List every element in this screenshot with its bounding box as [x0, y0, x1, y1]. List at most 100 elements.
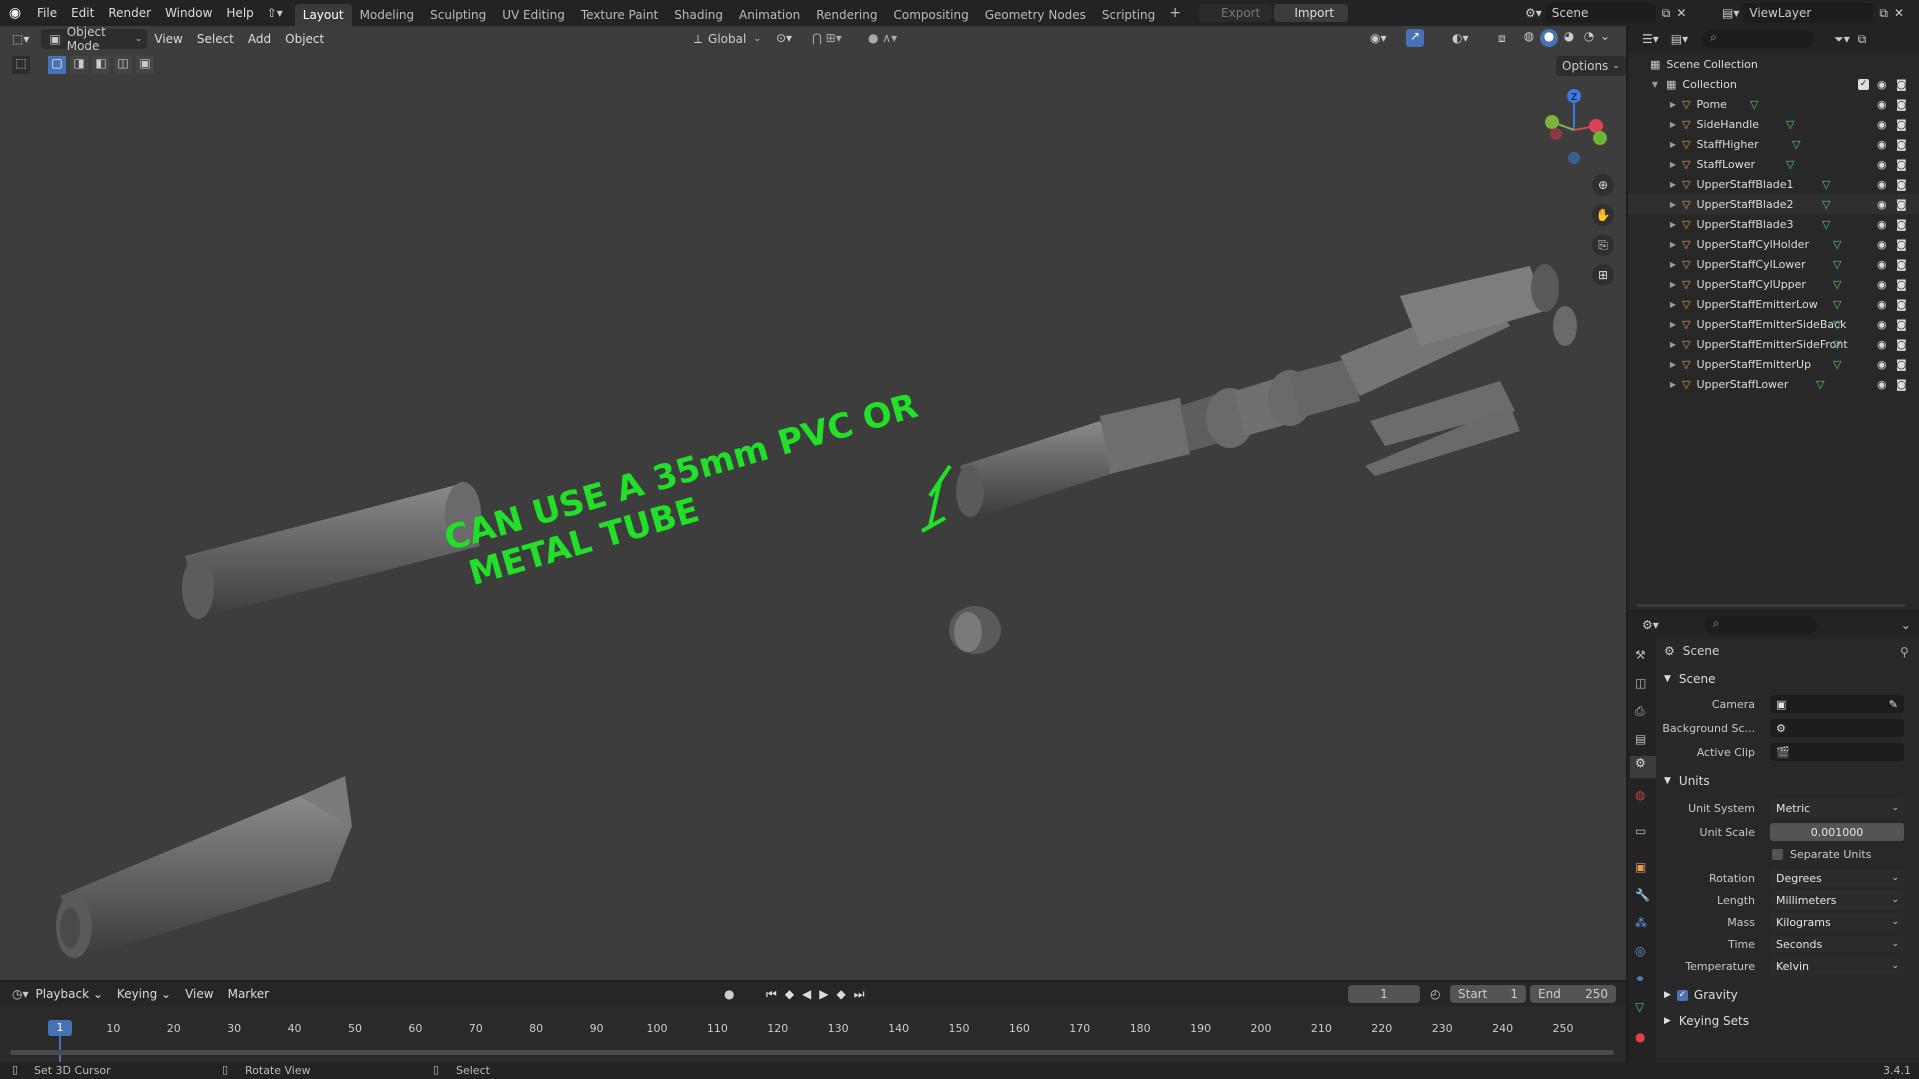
keying-sets-panel-header[interactable]: ▶ Keying Sets — [1658, 1010, 1913, 1032]
visibility-eye-icon[interactable]: ◉ — [1877, 118, 1887, 131]
length-dropdown[interactable]: Millimeters ⌄ — [1770, 891, 1904, 909]
material-tab-icon[interactable]: ● — [1635, 1030, 1645, 1044]
time-dropdown[interactable]: Seconds ⌄ — [1770, 935, 1904, 953]
expand-icon[interactable]: ▶ — [1668, 240, 1678, 249]
unit-system-dropdown[interactable]: Metric ⌄ — [1770, 799, 1904, 817]
scene-objects[interactable] — [0, 26, 1626, 980]
active-clip-field[interactable]: 🎬 — [1770, 743, 1904, 761]
gravity-panel-header[interactable]: ▶ ✓ Gravity — [1658, 984, 1913, 1006]
mesh-data-icon[interactable]: ▽ — [1822, 178, 1830, 191]
new-viewlayer-icon[interactable]: ⧉ — [1879, 6, 1888, 21]
render-camera-icon[interactable]: ◙ — [1896, 238, 1907, 251]
properties-search-input[interactable]: ⌕ — [1704, 616, 1817, 634]
frame-ruler[interactable]: 10 20 30 40 50 60 70 80 90 100 110 120 130 140 150 160 1… — [0, 998, 1626, 1035]
blender-logo-icon[interactable]: ◉ — [0, 5, 30, 21]
render-camera-icon[interactable]: ◙ — [1896, 338, 1907, 351]
properties-editor-icon[interactable]: ⚙▾ — [1642, 618, 1659, 632]
separate-units-checkbox[interactable] — [1772, 848, 1783, 860]
visibility-eye-icon[interactable]: ◉ — [1877, 298, 1887, 311]
mesh-data-icon[interactable]: ▽ — [1822, 198, 1830, 211]
delete-viewlayer-icon[interactable]: ✕ — [1894, 6, 1904, 20]
visibility-eye-icon[interactable]: ◉ — [1877, 338, 1887, 351]
visibility-eye-icon[interactable]: ◉ — [1877, 178, 1887, 191]
render-camera-icon[interactable]: ◙ — [1896, 258, 1907, 271]
outliner-scene-collection[interactable]: ▦ Scene Collection — [1628, 54, 1919, 74]
temperature-dropdown[interactable]: Kelvin ⌄ — [1770, 957, 1904, 975]
timeline-scrollbar[interactable] — [10, 1050, 1614, 1055]
outliner-item[interactable]: ▶ ▽ UpperStaffEmitterLow ▽ ◉ ◙ — [1628, 294, 1919, 314]
expand-icon[interactable]: ▶ — [1668, 300, 1678, 309]
render-camera-icon[interactable]: ◙ — [1896, 318, 1907, 331]
tab-uv-editing[interactable]: UV Editing — [494, 4, 573, 26]
outliner-item[interactable]: ▶ ▽ UpperStaffCylHolder ▽ ◉ ◙ — [1628, 234, 1919, 254]
visibility-eye-icon[interactable]: ◉ — [1877, 218, 1887, 231]
render-camera-icon[interactable]: ◙ — [1896, 218, 1907, 231]
tab-sculpting[interactable]: Sculpting — [422, 4, 494, 26]
viewlayer-name-field[interactable]: ViewLayer — [1743, 3, 1874, 23]
visibility-eye-icon[interactable]: ◉ — [1877, 138, 1887, 151]
visibility-eye-icon[interactable]: ◉ — [1877, 98, 1887, 111]
visibility-eye-icon[interactable]: ◉ — [1877, 238, 1887, 251]
outliner-search-input[interactable]: ⌕ — [1702, 30, 1815, 48]
visibility-eye-icon[interactable]: ◉ — [1877, 258, 1887, 271]
unit-scale-field[interactable]: 0.001000 — [1770, 823, 1904, 841]
3d-viewport[interactable]: ⬚▾ ▣ Object Mode ⌄ View Select Add Object … — [0, 25, 1626, 980]
outliner-item[interactable]: ▶ ▽ UpperStaffEmitterSideFront ▽ ◉ ◙ — [1628, 334, 1919, 354]
mesh-data-icon[interactable]: ▽ — [1833, 238, 1841, 251]
mesh-data-icon[interactable]: ▽ — [1833, 338, 1841, 351]
rotation-dropdown[interactable]: Degrees ⌄ — [1770, 869, 1904, 887]
expand-icon[interactable]: ▶ — [1668, 160, 1678, 169]
camera-field[interactable]: ▣ ✎ — [1770, 695, 1904, 713]
outliner-item[interactable]: ▶ ▽ UpperStaffCylLower ▽ ◉ ◙ — [1628, 254, 1919, 274]
background-scene-field[interactable]: ⚙ — [1770, 719, 1904, 737]
tab-rendering[interactable]: Rendering — [808, 4, 885, 26]
expand-icon[interactable]: ▶ — [1668, 360, 1678, 369]
render-camera-icon[interactable]: ◙ — [1896, 358, 1907, 371]
scene-panel-header[interactable]: ▼ Scene — [1658, 668, 1913, 690]
expand-icon[interactable]: ▶ — [1668, 340, 1678, 349]
outliner-scrollbar[interactable] — [1636, 604, 1906, 607]
outliner-item[interactable]: ▶ ▽ UpperStaffBlade2 ▽ ◉ ◙ — [1628, 194, 1919, 214]
render-camera-icon[interactable]: ◙ — [1896, 298, 1907, 311]
collection-checkbox[interactable]: ✓ — [1858, 78, 1869, 90]
mesh-data-icon[interactable]: ▽ — [1792, 138, 1800, 151]
visibility-eye-icon[interactable]: ◉ — [1877, 78, 1887, 91]
visibility-eye-icon[interactable]: ◉ — [1877, 318, 1887, 331]
render-camera-icon[interactable]: ◙ — [1896, 138, 1907, 151]
collapse-icon[interactable]: ▼ — [1650, 80, 1660, 89]
render-camera-icon[interactable]: ◙ — [1896, 78, 1907, 91]
visibility-eye-icon[interactable]: ◉ — [1877, 278, 1887, 291]
expand-icon[interactable]: ▶ — [1668, 140, 1678, 149]
eyedropper-icon[interactable]: ✎ — [1889, 698, 1898, 711]
tool-tab-icon[interactable]: ⚒ — [1635, 648, 1646, 662]
units-panel-header[interactable]: ▼ Units — [1658, 770, 1913, 792]
mesh-data-icon[interactable]: ▽ — [1786, 118, 1794, 131]
outliner-item[interactable]: ▶ ▽ UpperStaffBlade3 ▽ ◉ ◙ — [1628, 214, 1919, 234]
export-button[interactable]: Export — [1199, 4, 1273, 22]
expand-icon[interactable]: ▶ — [1668, 100, 1678, 109]
tab-modeling[interactable]: Modeling — [352, 4, 423, 26]
mesh-data-icon[interactable]: ▽ — [1786, 158, 1794, 171]
render-camera-icon[interactable]: ◙ — [1896, 118, 1907, 131]
mass-dropdown[interactable]: Kilograms ⌄ — [1770, 913, 1904, 931]
render-camera-icon[interactable]: ◙ — [1896, 98, 1907, 111]
filter-icon[interactable]: ⏷▾ — [1834, 32, 1850, 47]
render-camera-icon[interactable]: ◙ — [1896, 178, 1907, 191]
new-scene-icon[interactable]: ⧉ — [1662, 6, 1671, 21]
mesh-data-icon[interactable]: ▽ — [1833, 298, 1841, 311]
visibility-eye-icon[interactable]: ◉ — [1877, 158, 1887, 171]
expand-icon[interactable]: ▶ — [1668, 120, 1678, 129]
outliner-item[interactable]: ▶ ▽ UpperStaffCylUpper ▽ ◉ ◙ — [1628, 274, 1919, 294]
expand-icon[interactable]: ▶ — [1668, 320, 1678, 329]
menu-window[interactable]: Window — [158, 0, 219, 26]
scene-selector[interactable]: ⚙▾ Scene ⧉ ✕ — [1525, 3, 1686, 23]
menu-file[interactable]: File — [30, 0, 64, 26]
render-camera-icon[interactable]: ◙ — [1896, 158, 1907, 171]
outliner-item[interactable]: ▶ ▽ UpperStaffEmitterUp ▽ ◉ ◙ — [1628, 354, 1919, 374]
outliner-editor-icon[interactable]: ☰▾ — [1642, 32, 1659, 46]
mesh-data-icon[interactable]: ▽ — [1833, 278, 1841, 291]
menu-render[interactable]: Render — [101, 0, 158, 26]
outliner-item[interactable]: ▶ ▽ StaffHigher ▽ ◉ ◙ — [1628, 134, 1919, 154]
outliner-item[interactable]: ▶ ▽ UpperStaffEmitterSideBack ▽ ◉ ◙ — [1628, 314, 1919, 334]
tab-geometry-nodes[interactable]: Geometry Nodes — [977, 4, 1094, 26]
